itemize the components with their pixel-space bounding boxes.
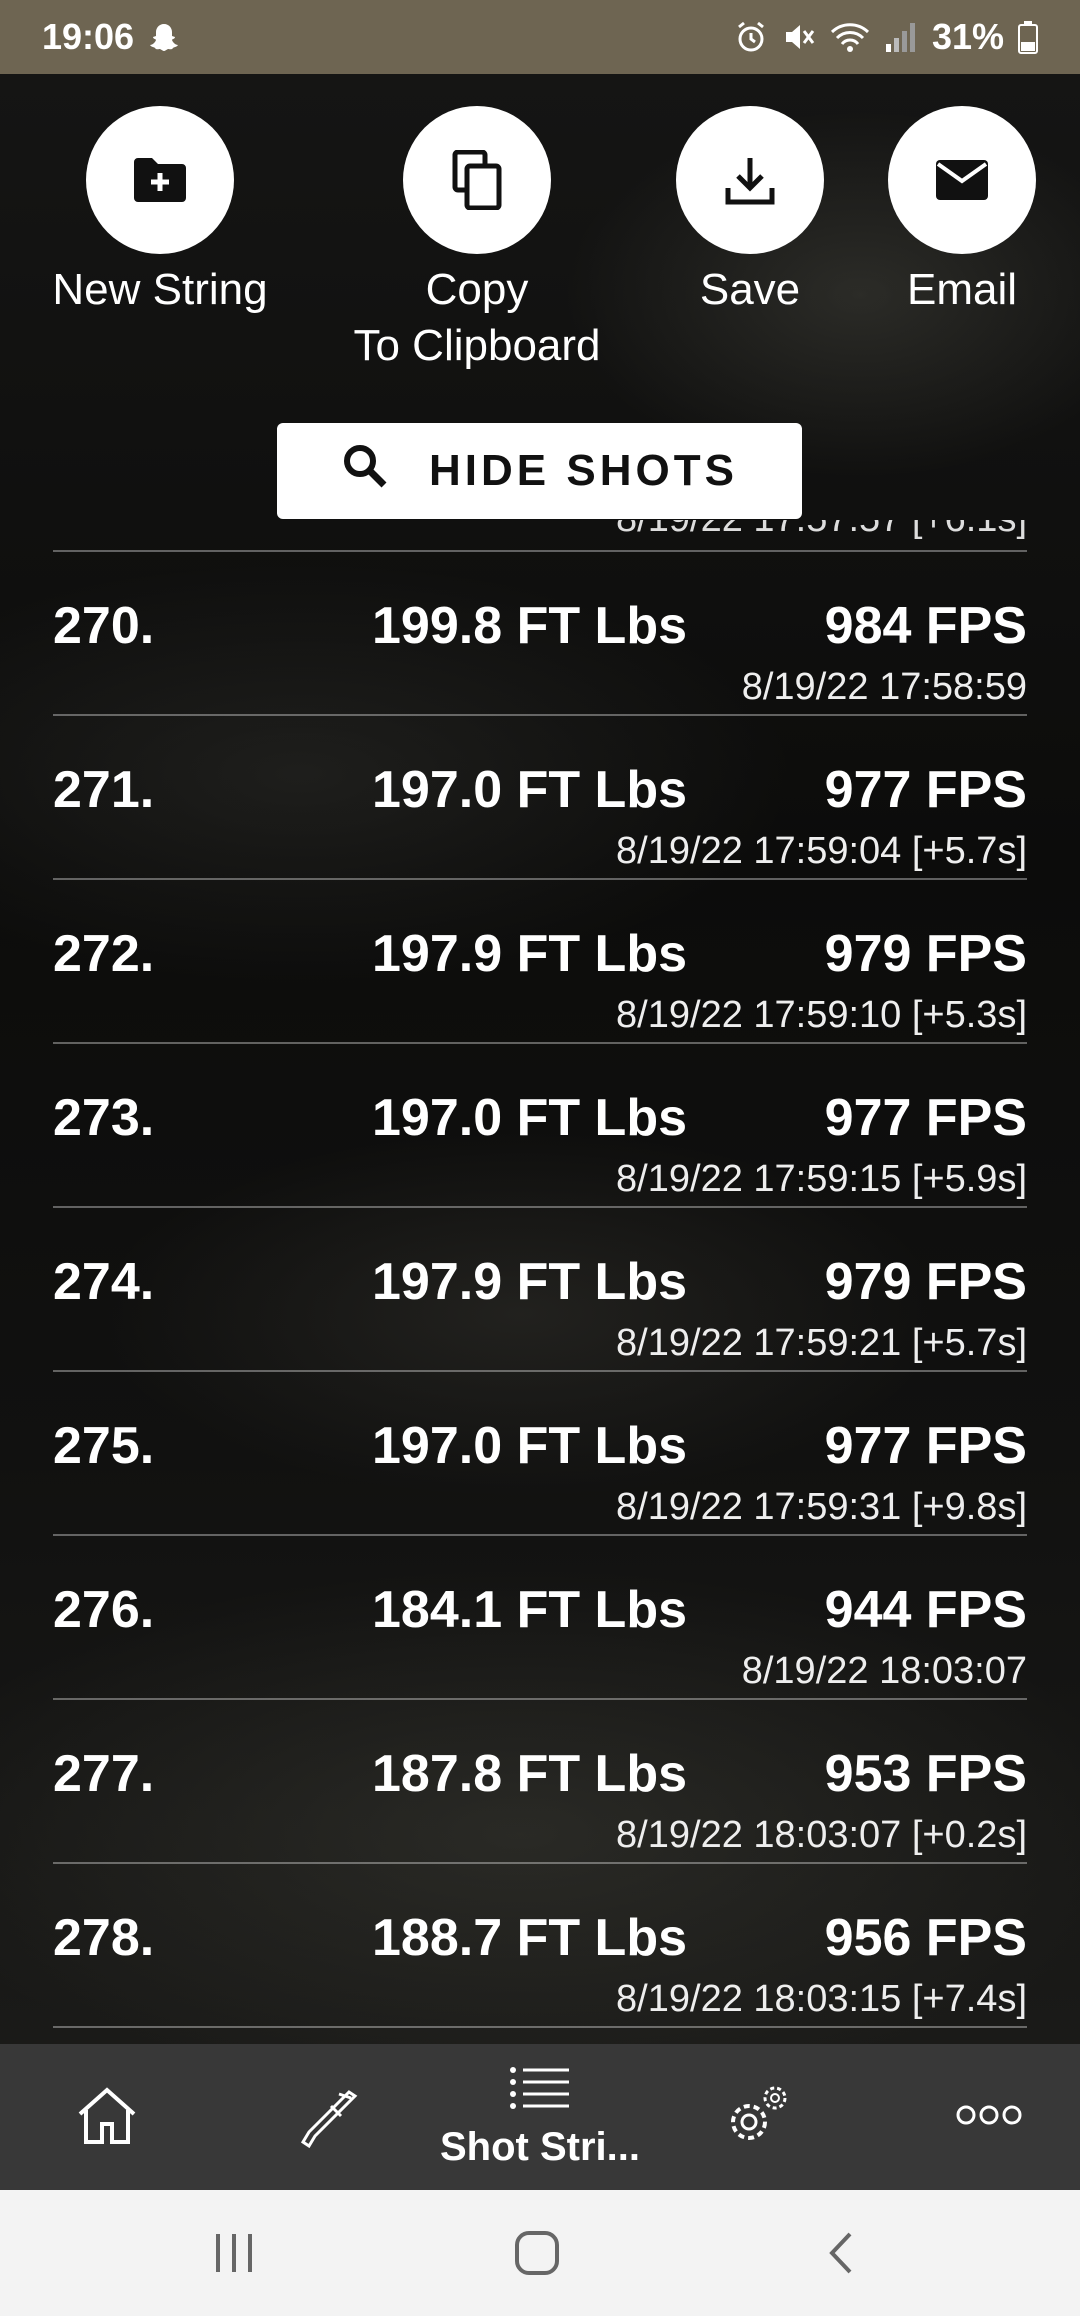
table-row[interactable]: 277. 187.8 FT Lbs 953 FPS 8/19/22 18:03:07 … <box>53 1700 1027 1864</box>
copy-label: Copy To Clipboard <box>353 262 600 374</box>
search-icon <box>341 442 389 501</box>
shot-time: 8/19/22 18:03:15 [+7.4s] <box>616 1978 1027 2020</box>
shot-number: 278. <box>53 1909 155 1967</box>
table-row[interactable]: 273. 197.0 FT Lbs 977 FPS 8/19/22 17:59:15 … <box>53 1044 1027 1208</box>
snapchat-icon <box>148 21 180 53</box>
status-bar: 19:06 31% <box>0 0 1080 74</box>
folder-add-icon[interactable] <box>86 106 234 254</box>
battery-icon <box>1018 20 1038 54</box>
shot-time: 8/19/22 18:03:07 [+0.2s] <box>616 1814 1027 1856</box>
shot-speed: 984 FPS <box>824 597 1027 655</box>
home-icon <box>74 2084 140 2151</box>
hide-shots-button[interactable]: HIDE SHOTS <box>277 423 802 519</box>
back-icon[interactable] <box>822 2228 858 2283</box>
shot-speed: 979 FPS <box>824 925 1027 983</box>
more-icon <box>956 2103 1022 2132</box>
shot-energy: 184.1 FT Lbs <box>372 1581 687 1639</box>
copy-label-line2: To Clipboard <box>353 321 601 370</box>
shot-number: 275. <box>53 1417 155 1475</box>
shot-energy: 197.0 FT Lbs <box>372 761 687 819</box>
shot-energy: 197.9 FT Lbs <box>372 1253 687 1311</box>
shot-time: 8/19/22 17:58:59 <box>741 666 1027 708</box>
email-label: Email <box>906 265 1018 314</box>
table-row[interactable]: 276. 184.1 FT Lbs 944 FPS 8/19/22 18:03:07 <box>53 1536 1027 1700</box>
table-row[interactable]: 274. 197.9 FT Lbs 979 FPS 8/19/22 17:59:21 … <box>53 1208 1027 1372</box>
shot-energy: 197.0 FT Lbs <box>372 1089 687 1147</box>
battery-text: 31% <box>931 16 1004 57</box>
list-item[interactable]: 8/19/22 17:57:57 [+6.1s] <box>53 520 1027 552</box>
nav-rifle[interactable] <box>280 2044 380 2190</box>
nav-home[interactable] <box>62 2044 152 2190</box>
copy-to-clipboard-button[interactable]: Copy To Clipboard <box>334 106 620 374</box>
nav-shot-string[interactable]: Shot Stri... <box>424 2044 656 2190</box>
save-label: Save <box>699 265 801 314</box>
shot-speed: 956 FPS <box>824 1909 1027 1967</box>
shot-list[interactable]: 8/19/22 17:57:57 [+6.1s] 270. 199.8 FT Lb… <box>0 520 1080 2044</box>
email-button[interactable]: Email <box>888 106 1036 318</box>
shot-speed: 979 FPS <box>824 1253 1027 1311</box>
action-bar: New String Copy To Clipboard Save Email <box>0 106 1080 386</box>
shot-number: 272. <box>53 925 155 983</box>
shot-speed: 977 FPS <box>824 1089 1027 1147</box>
new-string-button[interactable]: New String <box>43 106 277 318</box>
download-icon[interactable] <box>676 106 824 254</box>
shot-speed: 953 FPS <box>824 1745 1027 1803</box>
shot-time: 8/19/22 17:59:04 [+5.7s] <box>616 830 1027 872</box>
copy-icon[interactable] <box>403 106 551 254</box>
shot-time: 8/19/22 18:03:07 <box>741 1650 1027 1692</box>
shot-energy: 187.8 FT Lbs <box>372 1745 687 1803</box>
recents-icon[interactable] <box>212 2228 256 2283</box>
mail-icon[interactable] <box>888 106 1036 254</box>
status-time: 19:06 <box>42 16 135 57</box>
shot-number: 277. <box>53 1745 155 1803</box>
hide-shots-label: HIDE SHOTS <box>429 446 738 495</box>
system-nav <box>0 2190 1080 2316</box>
shot-time: 8/19/22 17:59:31 [+9.8s] <box>616 1486 1027 1528</box>
table-row[interactable]: 271. 197.0 FT Lbs 977 FPS 8/19/22 17:59:04 … <box>53 716 1027 880</box>
shot-number: 274. <box>53 1253 155 1311</box>
new-string-label: New String <box>52 265 268 314</box>
bottom-nav: Shot Stri... <box>0 2044 1080 2190</box>
table-row[interactable]: 270. 199.8 FT Lbs 984 FPS 8/19/22 17:58:59 <box>53 552 1027 716</box>
shot-energy: 188.7 FT Lbs <box>372 1909 687 1967</box>
mute-icon <box>782 20 816 54</box>
shot-energy: 199.8 FT Lbs <box>372 597 687 655</box>
home-button-icon[interactable] <box>512 2228 562 2283</box>
table-row[interactable]: 275. 197.0 FT Lbs 977 FPS 8/19/22 17:59:31 … <box>53 1372 1027 1536</box>
rifle-icon <box>295 2080 365 2155</box>
shot-number: 271. <box>53 761 155 819</box>
shot-time: 8/19/22 17:59:21 [+5.7s] <box>616 1322 1027 1364</box>
copy-label-line1: Copy <box>425 265 529 314</box>
shot-speed: 944 FPS <box>824 1581 1027 1639</box>
shot-number: 276. <box>53 1581 155 1639</box>
signal-icon <box>884 20 918 54</box>
shot-time: 8/19/22 17:57:57 [+6.1s] <box>616 520 1027 541</box>
shot-time: 8/19/22 17:59:15 [+5.9s] <box>616 1158 1027 1200</box>
shot-energy: 197.0 FT Lbs <box>372 1417 687 1475</box>
save-button[interactable]: Save <box>676 106 824 318</box>
shot-number: 273. <box>53 1089 155 1147</box>
table-row[interactable]: 272. 197.9 FT Lbs 979 FPS 8/19/22 17:59:10 … <box>53 880 1027 1044</box>
nav-more[interactable] <box>934 2044 1044 2190</box>
shot-time: 8/19/22 17:59:10 [+5.3s] <box>616 994 1027 1036</box>
wifi-icon <box>830 20 870 54</box>
alarm-icon <box>734 20 768 54</box>
shot-speed: 977 FPS <box>824 761 1027 819</box>
settings-icon <box>723 2082 793 2153</box>
shot-energy: 197.9 FT Lbs <box>372 925 687 983</box>
shot-speed: 977 FPS <box>824 1417 1027 1475</box>
shot-number: 270. <box>53 597 155 655</box>
table-row[interactable]: 278. 188.7 FT Lbs 956 FPS 8/19/22 18:03:15 … <box>53 1864 1027 2028</box>
shot-string-icon <box>509 2064 571 2119</box>
nav-settings[interactable] <box>718 2044 798 2190</box>
nav-shot-string-label: Shot Stri... <box>440 2125 640 2169</box>
